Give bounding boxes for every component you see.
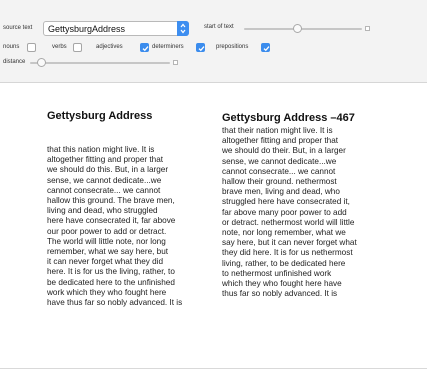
left-column-title: Gettysburg Address [47, 110, 153, 122]
checkbox-label-determiners: determiners [152, 44, 184, 50]
checkbox-label-prepositions: prepositions [216, 44, 249, 50]
source-text-select[interactable]: GettysburgAddress [43, 21, 189, 36]
left-column-text: that this nation might live. It is altog… [47, 145, 183, 308]
start-of-text-slider-knob[interactable] [293, 24, 303, 33]
checkmark-icon [142, 46, 149, 52]
distance-label: distance [3, 59, 26, 65]
checkbox-label-nouns: nouns [3, 44, 20, 50]
checkbox-verbs[interactable] [73, 43, 82, 52]
right-column-text: that their nation might live. It is alto… [222, 126, 357, 299]
distance-slider-track[interactable] [30, 62, 170, 64]
start-of-text-label: start of text [204, 24, 234, 30]
distance-slider-knob[interactable] [37, 58, 47, 67]
source-text-value: GettysburgAddress [48, 24, 126, 34]
distance-slider-expand-icon[interactable] [173, 60, 178, 65]
select-arrows-icon[interactable] [177, 21, 189, 36]
right-column-title: Gettysburg Address –467 [222, 112, 355, 124]
bottom-divider [0, 368, 427, 369]
checkbox-determiners[interactable] [196, 43, 205, 52]
checkbox-prepositions[interactable] [261, 43, 270, 52]
start-of-text-slider-track[interactable] [244, 28, 362, 30]
source-text-label: source text [3, 25, 33, 31]
checkbox-nouns[interactable] [27, 43, 36, 52]
controls-panel: source text GettysburgAddress start of t… [0, 0, 427, 83]
checkbox-adjectives[interactable] [140, 43, 149, 52]
start-slider-expand-icon[interactable] [365, 26, 370, 31]
checkmark-icon [263, 46, 270, 52]
checkbox-label-verbs: verbs [52, 44, 67, 50]
checkbox-label-adjectives: adjectives [96, 44, 123, 50]
checkmark-icon [198, 46, 205, 52]
